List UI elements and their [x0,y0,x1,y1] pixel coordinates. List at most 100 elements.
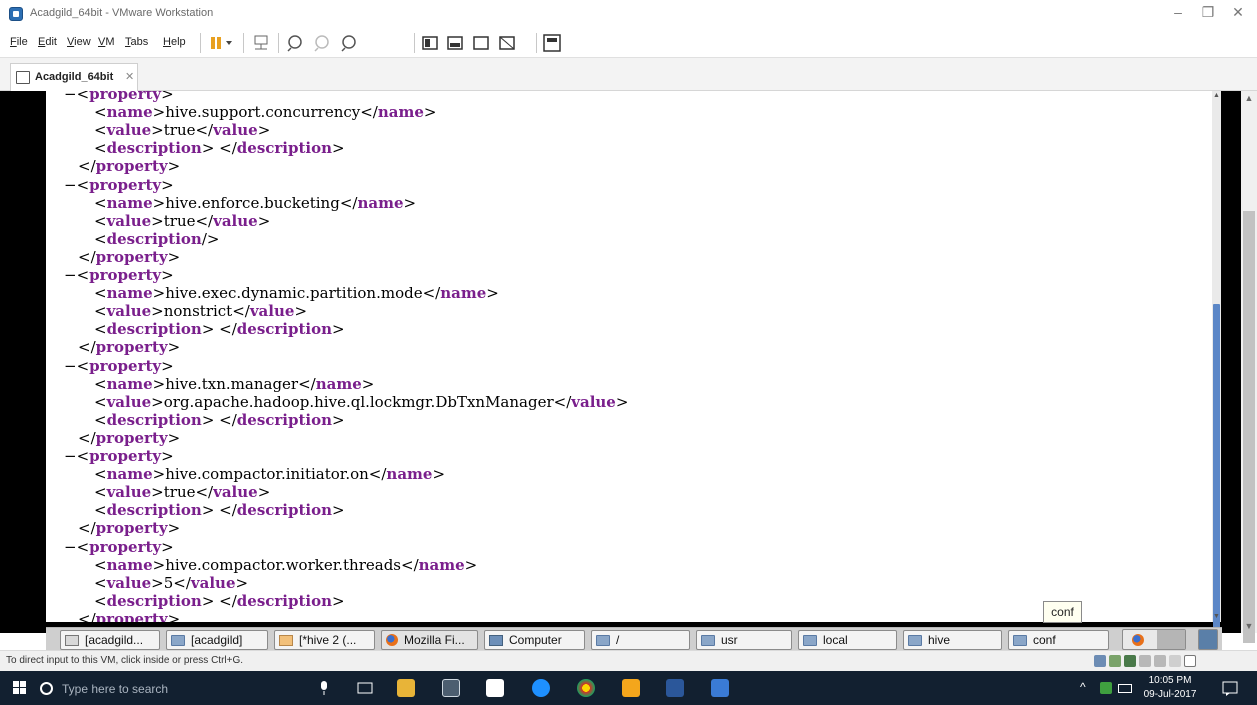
task-view-icon[interactable] [357,681,373,695]
tab-label: Acadgild_64bit [35,71,114,83]
xml-text: > </ [201,410,237,429]
cdrom-icon[interactable] [1109,655,1121,667]
xml-tag-name: name [386,465,433,484]
guest-taskbar-button[interactable]: / [591,630,690,650]
unity-button[interactable] [541,33,563,53]
status-bar: To direct input to this VM, click inside… [0,650,1257,671]
vm-scroll-up-icon[interactable]: ▲ [1241,91,1257,105]
taskbar-search[interactable]: Type here to search [36,676,312,701]
sticky-app-icon[interactable] [622,679,640,697]
windows-start-icon[interactable] [13,681,27,695]
guest-taskbar-button[interactable]: usr [696,630,792,650]
tab-close-icon[interactable]: ✕ [125,70,134,83]
xml-line: −<property> [64,91,174,103]
vm-scrollbar[interactable]: ▲ ▼ [1241,91,1257,643]
minimize-button[interactable]: – [1163,4,1193,24]
vm-scroll-thumb[interactable] [1243,211,1255,643]
tray-chevron-icon[interactable]: ^ [1080,680,1086,694]
xml-tag-name: description [236,591,333,610]
xml-text: >hive.enforce.bucketing</ [152,193,358,212]
xml-punct: −< [64,175,90,194]
calculator-icon[interactable] [442,679,460,697]
xml-document-view[interactable]: −<property> <name>hive.support.concurrenc… [46,91,1212,622]
xml-line: <value>true</value> [94,121,270,139]
menu-tabs[interactable]: Tabs [125,36,148,48]
usb-icon[interactable] [1139,655,1151,667]
view-mode-icons [422,36,515,50]
guest-taskbar-button[interactable]: local [798,630,897,650]
browser-scrollbar[interactable]: ▲ ▼ [1212,91,1221,649]
microphone-icon[interactable] [318,681,330,695]
edge-icon[interactable] [532,679,550,697]
folder-icon [701,634,715,646]
xml-text: >true</ [151,483,214,502]
guest-taskbar-label: [*hive 2 (... [299,633,357,647]
menu-file[interactable]: File [10,36,28,48]
xml-line: <value>org.apache.hadoop.hive.ql.lockmgr… [94,393,628,411]
vm-scroll-down-icon[interactable]: ▼ [1241,619,1257,633]
tab-acadgild-64bit[interactable]: Acadgild_64bit ✕ [10,63,138,91]
snapshot-buttons[interactable] [285,33,365,53]
xml-tag-name: value [106,302,152,321]
view-mode-buttons[interactable] [420,33,530,53]
xml-line: </property> [78,610,180,622]
toolbar-separator [414,33,415,53]
menu-view[interactable]: View [67,36,91,48]
xml-text: > [167,519,181,538]
sound-icon[interactable] [1154,655,1166,667]
xml-line: <name>hive.enforce.bucketing</name> [94,194,416,212]
suspend-button[interactable] [209,33,237,53]
menu-vm[interactable]: VM [98,36,115,48]
ff-icon [386,634,398,646]
file-explorer-icon[interactable] [397,679,415,697]
scroll-thumb[interactable] [1213,304,1220,649]
guest-taskbar-button[interactable]: [acadgild] [166,630,268,650]
network-adapter-icon[interactable] [1124,655,1136,667]
maximize-button[interactable]: ❐ [1193,4,1223,24]
guest-taskbar-button[interactable]: Mozilla Fi... [381,630,478,650]
xml-line: <name>hive.compactor.worker.threads</nam… [94,556,477,574]
guest-taskbar-button[interactable]: hive [903,630,1002,650]
scroll-up-icon[interactable]: ▲ [1212,91,1221,101]
guest-taskbar-button[interactable]: [*hive 2 (... [274,630,375,650]
guest-taskbar-button[interactable]: Computer [484,630,585,650]
xml-tag-name: name [315,374,362,393]
guest-firefox-launcher[interactable] [1122,629,1186,650]
store-icon[interactable] [486,679,504,697]
xml-punct: > [432,465,446,484]
clock-time[interactable]: 10:05 PM [1140,675,1200,686]
chrome-icon[interactable] [577,679,595,697]
message-log-icon[interactable] [1184,655,1196,667]
menu-help[interactable]: Help [163,36,186,48]
close-button[interactable]: ✕ [1223,4,1253,24]
xml-tag-name: name [377,103,424,122]
clock-date[interactable]: 09-Jul-2017 [1140,689,1200,700]
trash-icon[interactable] [1198,629,1218,650]
word-icon[interactable] [666,679,684,697]
guest-taskbar-button[interactable]: conf [1008,630,1109,650]
xml-text: > [167,338,181,357]
xml-punct: > [332,410,345,429]
xml-punct: < [94,374,107,393]
xml-punct: < [94,139,107,158]
guest-taskbar-button[interactable]: [acadgild... [60,630,160,650]
menu-edit[interactable]: Edit [38,36,57,48]
xml-tag-name: description [106,410,202,429]
bluetooth-icon[interactable] [1169,655,1181,667]
battery-icon[interactable] [1118,684,1132,693]
send-ctrl-alt-del-button[interactable] [251,33,271,53]
notifications-icon[interactable] [1222,681,1238,697]
xml-punct: < [94,284,107,303]
network-tray-icon[interactable] [1100,682,1112,694]
workspace-pager[interactable] [1157,630,1185,649]
xml-tag-name: property [95,338,168,357]
xml-punct: > [257,211,271,230]
harddisk-icon[interactable] [1094,655,1106,667]
scroll-down-icon[interactable]: ▼ [1212,612,1221,622]
folder-icon [908,634,922,646]
tooltip: conf [1043,601,1082,623]
xml-line: <description> </description> [94,501,345,519]
vmware-taskbar-icon[interactable] [711,679,729,697]
xml-line: <value>nonstrict</value> [94,302,307,320]
toolbar-separator [278,33,279,53]
